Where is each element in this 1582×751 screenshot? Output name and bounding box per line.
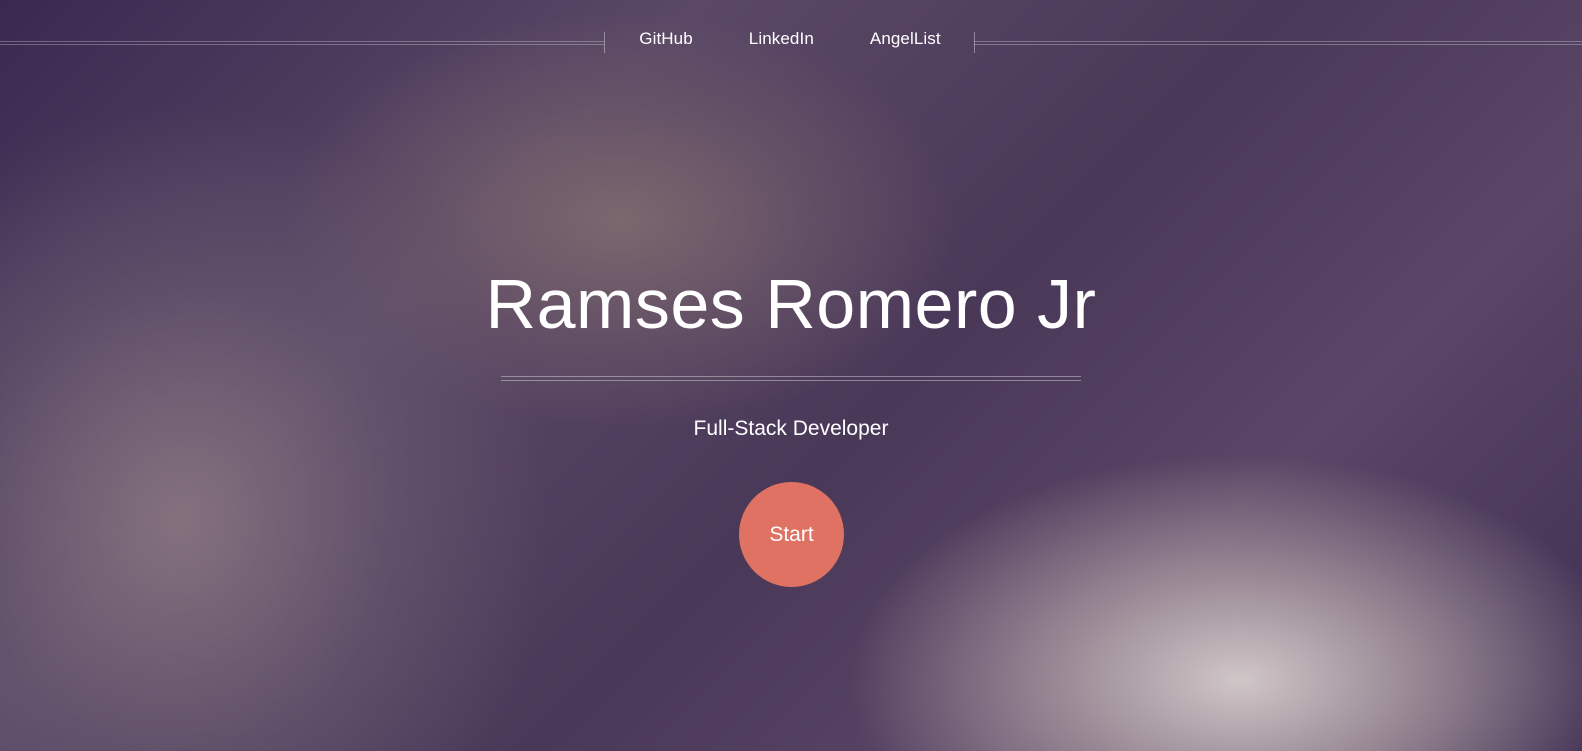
start-button[interactable]: Start — [739, 482, 844, 587]
hero-subtitle: Full-Stack Developer — [693, 417, 889, 440]
nav-link-github[interactable]: GitHub — [639, 29, 693, 49]
nav-divider-cap-left — [604, 32, 605, 53]
hero-title: Ramses Romero Jr — [485, 265, 1097, 343]
nav-links: GitHub LinkedIn AngelList — [620, 29, 960, 49]
nav-link-linkedin[interactable]: LinkedIn — [749, 29, 814, 49]
nav-divider-right — [974, 41, 1582, 45]
nav-link-angellist[interactable]: AngelList — [870, 29, 941, 49]
hero-divider — [501, 376, 1081, 381]
top-nav: GitHub LinkedIn AngelList — [0, 0, 1582, 84]
nav-divider-left — [0, 41, 604, 45]
